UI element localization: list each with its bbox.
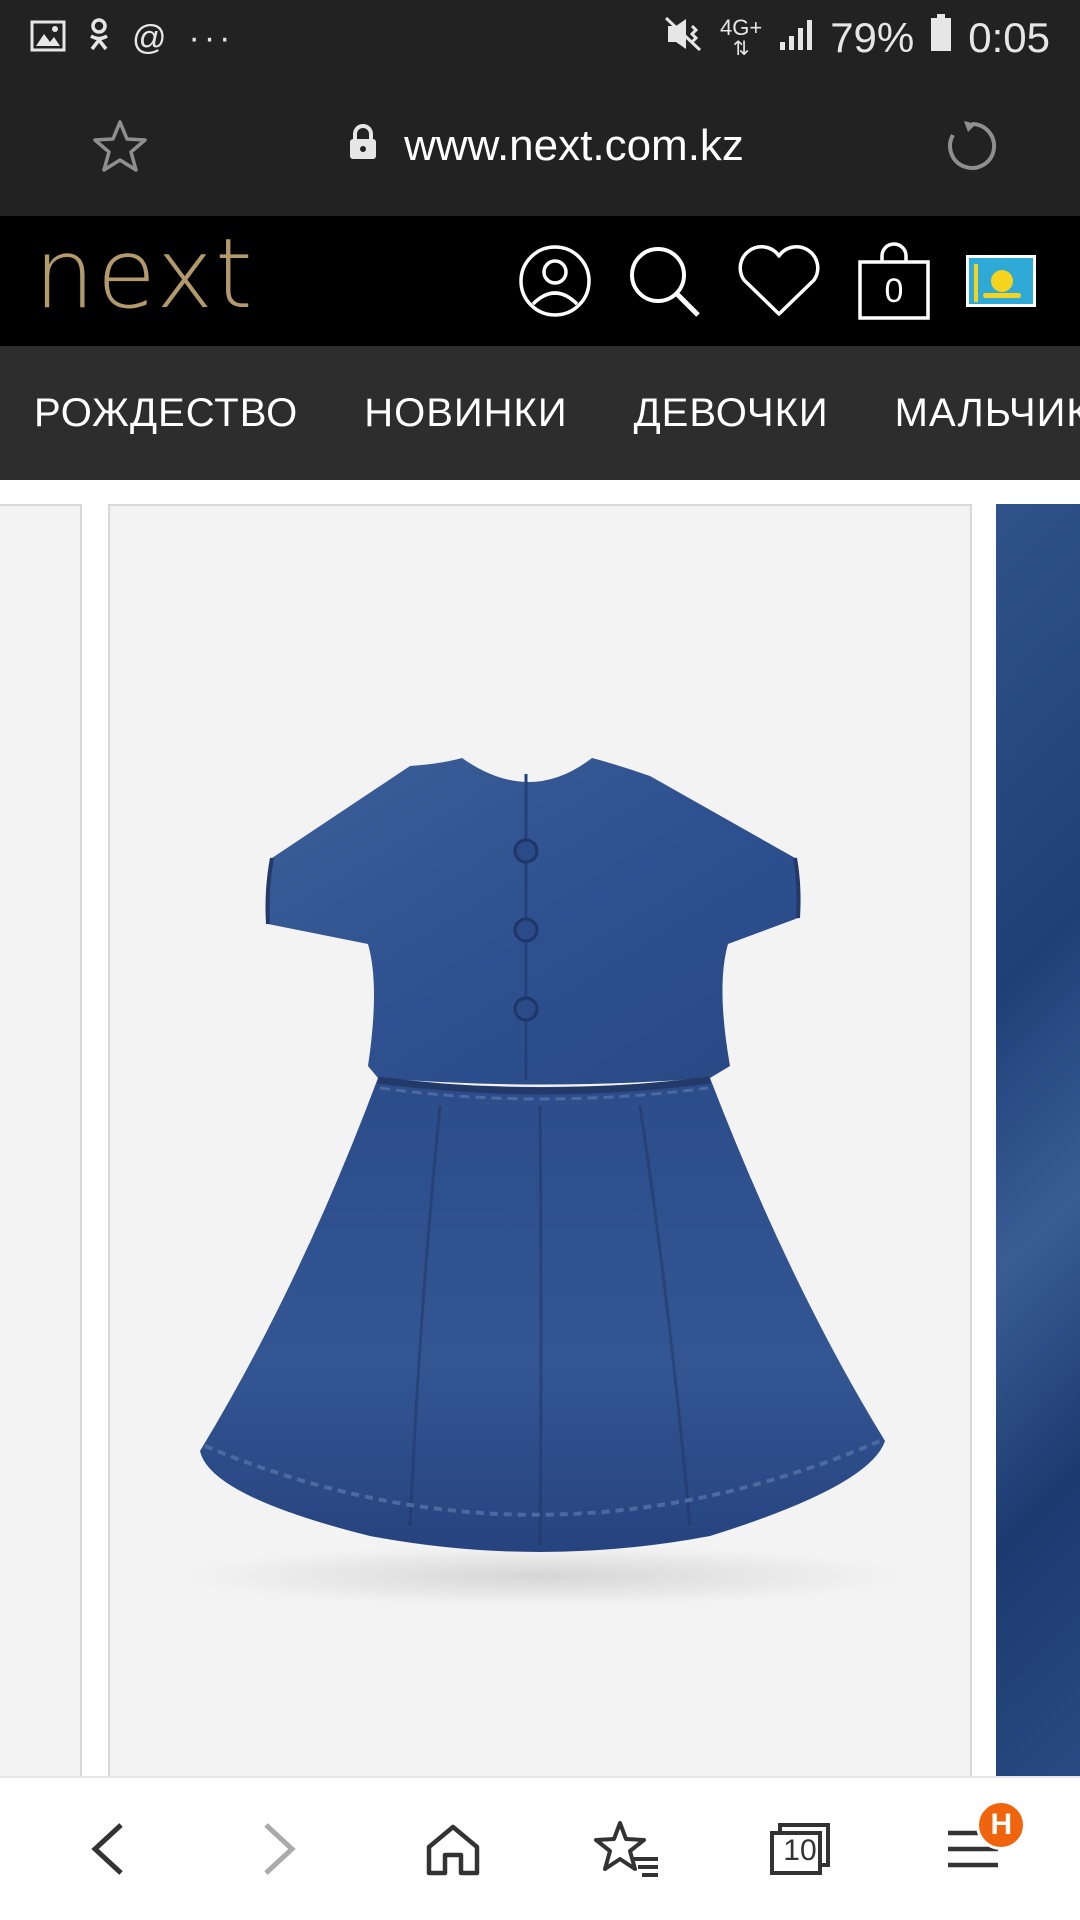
nav-item-new-in[interactable]: НОВИНКИ [364,391,567,436]
network-type: 4G+ ⇅ [719,15,763,60]
status-left: @ ··· [30,18,234,58]
forward-button[interactable] [225,1794,335,1904]
tabs-count: 10 [783,1834,817,1867]
data-arrows-icon: ⇅ [732,38,750,60]
bookmarks-button[interactable] [572,1794,682,1904]
kazakhstan-flag-icon[interactable] [966,255,1036,307]
at-icon: @ [132,19,167,57]
nav-item-christmas[interactable]: РОЖДЕСТВО [34,391,298,436]
menu-notification-badge: H [976,1800,1027,1850]
status-right: 4G+ ⇅ 79% 0:05 [664,14,1050,62]
more-dots-icon: ··· [188,18,235,57]
lock-icon [348,121,378,171]
nav-item-girls[interactable]: ДЕВОЧКИ [634,391,829,436]
denim-dress-image [182,758,902,1606]
mute-vibrate-icon [664,14,704,62]
battery-icon [930,14,952,62]
status-bar: @ ··· 4G+ ⇅ 79% 0:05 [0,0,1080,76]
url-field[interactable]: www.next.com.kz [348,121,744,171]
bookmarks-star-icon [593,1821,658,1877]
previous-image-slide[interactable] [0,504,82,1776]
menu-button[interactable]: H [918,1794,1028,1904]
url-text: www.next.com.kz [404,121,744,170]
bookmark-star-icon[interactable] [92,119,148,173]
wishlist-heart-icon[interactable] [736,244,822,318]
product-image-carousel[interactable] [0,480,1080,1776]
shopping-bag-icon[interactable]: 0 [856,242,932,320]
category-nav: РОЖДЕСТВО НОВИНКИ ДЕВОЧКИ МАЛЬЧИКИ [0,346,1080,480]
battery-percent: 79% [830,14,915,61]
forward-arrow-icon [264,1823,296,1875]
image-icon [30,20,66,57]
nav-item-boys[interactable]: МАЛЬЧИКИ [895,391,1080,436]
browser-url-bar: www.next.com.kz [0,76,1080,216]
header-icons: 0 [518,242,1036,320]
back-button[interactable] [52,1794,162,1904]
next-logo[interactable]: next [34,226,255,322]
account-icon[interactable] [518,244,592,318]
network-type-label: 4G+ [719,15,763,40]
bag-count: 0 [884,272,904,310]
signal-icon [778,14,814,62]
clock: 0:05 [968,14,1050,61]
home-button[interactable] [398,1794,508,1904]
odnoklassniki-icon [88,18,110,58]
next-image-slide[interactable] [996,504,1080,1776]
reload-icon[interactable] [944,118,1000,174]
back-arrow-icon [90,1823,123,1875]
tabs-button[interactable]: 10 [745,1794,855,1904]
site-header: next 0 [0,216,1080,346]
search-icon[interactable] [626,243,702,319]
browser-bottom-bar: 10 H [0,1776,1080,1920]
home-icon [427,1824,480,1876]
product-image-main[interactable] [108,504,972,1776]
